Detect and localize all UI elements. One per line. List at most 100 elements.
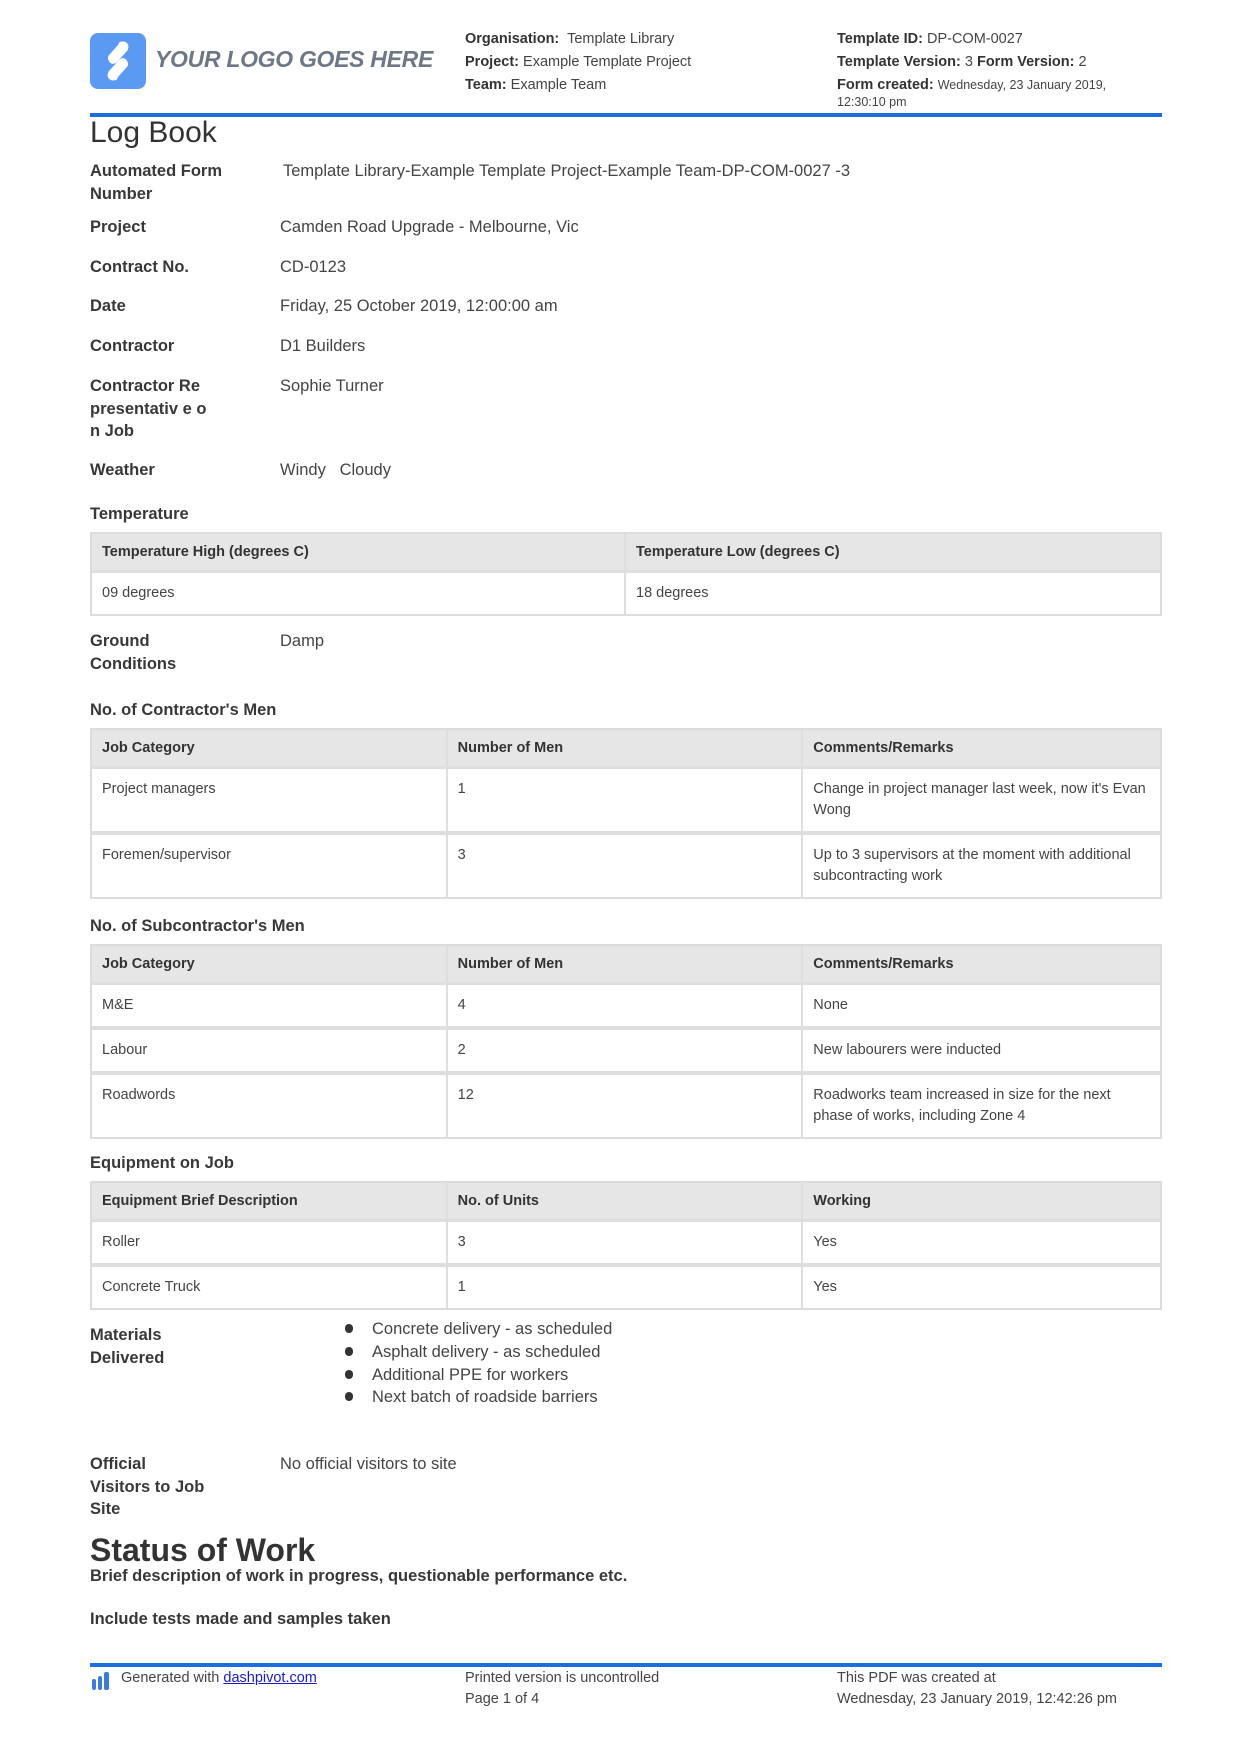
table-header-cell: Number of Men: [447, 730, 804, 769]
form-version-label: Form Version:: [976, 54, 1075, 70]
table-header-cell: No. of Units: [447, 1183, 804, 1222]
header-org-info: Organisation: Template Library Project: …: [465, 28, 691, 97]
table-header-cell: Job Category: [92, 730, 448, 769]
table-header-row: Equipment Brief Description No. of Units…: [92, 1183, 1160, 1222]
table-header-cell: Temperature Low (degrees C): [626, 534, 1160, 573]
table-cell: 4: [447, 985, 804, 1030]
status-of-work-subtitle: Brief description of work in progress, q…: [90, 1567, 628, 1585]
template-version-label: Template Version:: [837, 54, 961, 70]
official-visitors-value: No official visitors to site: [280, 1455, 457, 1473]
automated-form-number-value: Template Library-Example Template Projec…: [283, 162, 851, 180]
table-cell: M&E: [92, 985, 448, 1030]
table-cell: 12: [447, 1075, 804, 1137]
list-item: Asphalt delivery - as scheduled: [345, 1341, 612, 1364]
materials-delivered-label: Materials Delivered: [90, 1326, 165, 1367]
date-label: Date: [90, 297, 126, 315]
footer-print-info: Printed version is uncontrolled Page 1 o…: [465, 1668, 659, 1710]
table-row: Concrete Truck 1 Yes: [92, 1267, 1160, 1308]
table-header-row: Temperature High (degrees C) Temperature…: [92, 534, 1160, 573]
table-cell: 18 degrees: [626, 573, 1160, 614]
date-value: Friday, 25 October 2019, 12:00:00 am: [280, 297, 558, 315]
weather-value: Windy Cloudy: [280, 461, 391, 479]
table-cell: New labourers were inducted: [803, 1030, 1160, 1075]
table-header-cell: Comments/Remarks: [803, 730, 1160, 769]
table-cell: Foremen/supervisor: [92, 835, 448, 897]
table-cell: Labour: [92, 1030, 448, 1075]
list-item: Next batch of roadside barriers: [345, 1386, 612, 1409]
table-cell: Roadworks team increased in size for the…: [803, 1075, 1160, 1137]
table-cell: Roadwords: [92, 1075, 448, 1137]
table-cell: None: [803, 985, 1160, 1030]
form-created-line: Form created: Wednesday, 23 January 2019…: [837, 77, 1137, 111]
subcontractors-men-title: No. of Subcontractor's Men: [90, 917, 305, 935]
template-version-line: Template Version: 3 Form Version: 2: [837, 51, 1137, 74]
header-template-info: Template ID: DP-COM-0027 Template Versio…: [837, 28, 1137, 111]
table-row: Roller 3 Yes: [92, 1222, 1160, 1267]
project-line: Project: Example Template Project: [465, 51, 691, 74]
table-header-row: Job Category Number of Men Comments/Rema…: [92, 730, 1160, 769]
template-id-line: Template ID: DP-COM-0027: [837, 28, 1137, 51]
table-row: Foremen/supervisor 3 Up to 3 supervisors…: [92, 835, 1160, 897]
team-line: Team: Example Team: [465, 74, 691, 97]
table-cell: Up to 3 supervisors at the moment with a…: [803, 835, 1160, 897]
project-value: Example Template Project: [523, 54, 692, 70]
dashpivot-link[interactable]: dashpivot.com: [223, 1670, 317, 1686]
table-cell: Yes: [803, 1222, 1160, 1267]
contractor-label: Contractor: [90, 337, 175, 355]
table-header-row: Job Category Number of Men Comments/Rema…: [92, 946, 1160, 985]
contract-no-value: CD-0123: [280, 258, 347, 276]
contractor-rep-label: Contractor Representativ e on Job: [90, 377, 207, 440]
generated-prefix: Generated with: [121, 1670, 220, 1686]
page-info: Page 1 of 4: [465, 1691, 540, 1707]
contractors-men-table: Job Category Number of Men Comments/Rema…: [90, 728, 1162, 899]
table-row: Project managers 1 Change in project man…: [92, 769, 1160, 835]
footer-divider: [90, 1663, 1162, 1667]
table-header-cell: Number of Men: [447, 946, 804, 985]
table-row: 09 degrees 18 degrees: [92, 573, 1160, 614]
team-value: Example Team: [510, 77, 607, 93]
header-divider: [90, 113, 1162, 117]
list-item: Additional PPE for workers: [345, 1364, 612, 1387]
table-header-cell: Temperature High (degrees C): [92, 534, 626, 573]
form-created-label: Form created:: [837, 77, 934, 93]
footer-pdf-created: This PDF was created at Wednesday, 23 Ja…: [837, 1668, 1117, 1710]
contractors-men-title: No. of Contractor's Men: [90, 701, 277, 719]
table-cell: 09 degrees: [92, 573, 626, 614]
pdf-created-value: Wednesday, 23 January 2019, 12:42:26 pm: [837, 1691, 1117, 1707]
footer-generated: Generated with dashpivot.com: [121, 1668, 317, 1689]
logo-text: YOUR LOGO GOES HERE: [155, 46, 434, 72]
dashpivot-logo-icon: [92, 1672, 110, 1695]
table-cell: 1: [447, 1267, 804, 1308]
table-header-cell: Comments/Remarks: [803, 946, 1160, 985]
table-cell: 1: [447, 769, 804, 835]
printed-notice: Printed version is uncontrolled: [465, 1670, 660, 1686]
table-cell: Project managers: [92, 769, 448, 835]
page-title: Log Book: [90, 116, 217, 149]
equipment-title: Equipment on Job: [90, 1154, 234, 1172]
template-id-label: Template ID:: [837, 31, 923, 47]
ground-conditions-value: Damp: [280, 632, 325, 650]
team-label: Team:: [465, 77, 507, 93]
table-cell: Yes: [803, 1267, 1160, 1308]
template-version-value: 3: [964, 54, 973, 70]
weather-label: Weather: [90, 461, 155, 479]
pdf-created-label: This PDF was created at: [837, 1670, 996, 1686]
list-item: Concrete delivery - as scheduled: [345, 1318, 612, 1341]
subcontractors-men-table: Job Category Number of Men Comments/Rema…: [90, 944, 1162, 1139]
table-cell: 3: [447, 835, 804, 897]
project-label: Project: [90, 218, 146, 236]
ground-conditions-label: Ground Conditions: [90, 632, 177, 673]
project-label: Project:: [465, 54, 519, 70]
table-cell: 2: [447, 1030, 804, 1075]
logo-mark-icon: [107, 41, 129, 81]
temperature-section-title: Temperature: [90, 505, 189, 523]
organisation-line: Organisation: Template Library: [465, 28, 691, 51]
table-header-cell: Equipment Brief Description: [92, 1183, 448, 1222]
table-header-cell: Job Category: [92, 946, 448, 985]
table-cell: 3: [447, 1222, 804, 1267]
form-version-value: 2: [1078, 54, 1087, 70]
table-row: Roadwords 12 Roadworks team increased in…: [92, 1075, 1160, 1137]
materials-list: Concrete delivery - as scheduled Asphalt…: [345, 1318, 612, 1409]
organisation-value: Template Library: [567, 31, 675, 47]
automated-form-number-label: Automated Form Number: [90, 162, 222, 203]
